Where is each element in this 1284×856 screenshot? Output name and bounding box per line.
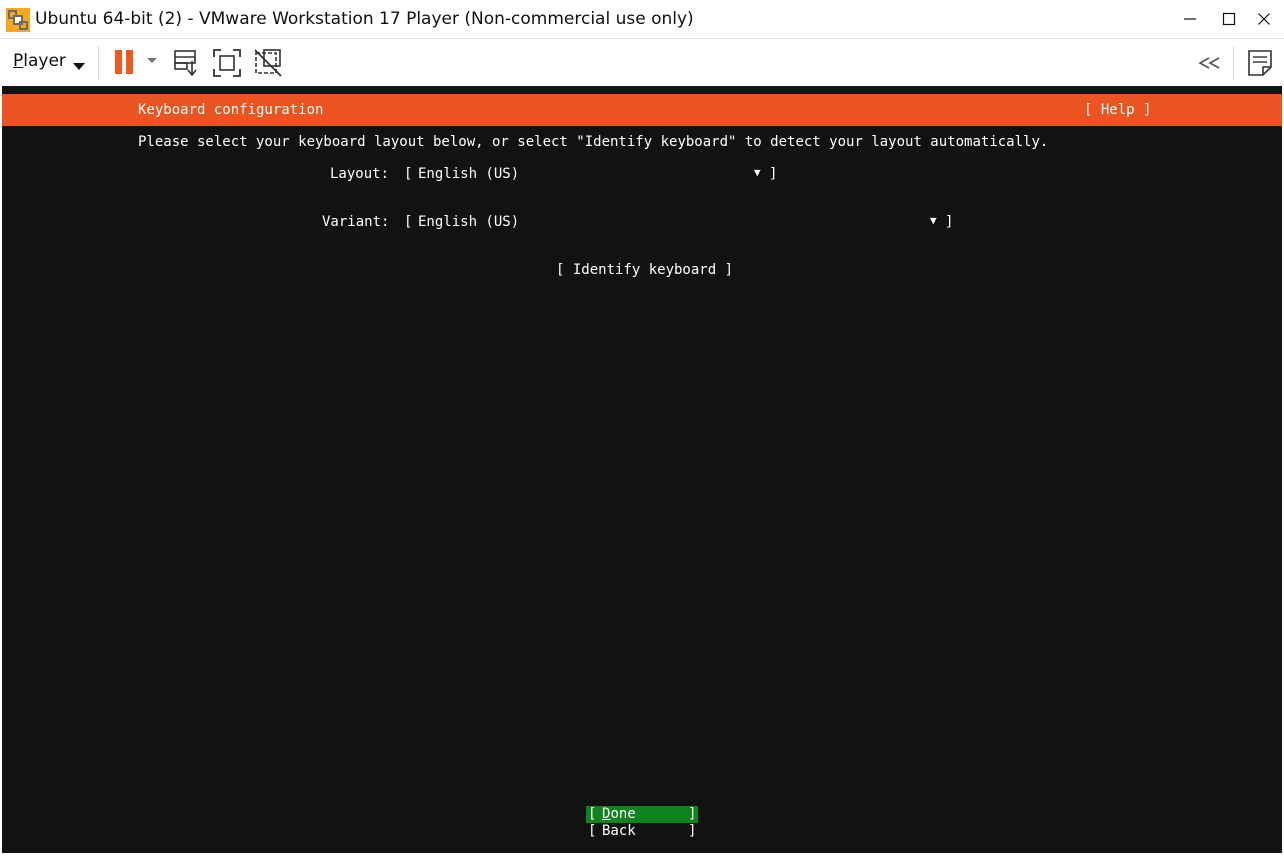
toolbar: Player <box>0 38 1284 87</box>
vmware-window: Ubuntu 64-bit (2) - VMware Workstation 1… <box>0 0 1284 856</box>
identify-keyboard-button[interactable]: [ Identify keyboard ] <box>556 262 733 278</box>
chevron-down-icon[interactable] <box>73 56 85 75</box>
close-button[interactable] <box>1248 6 1280 32</box>
installer-title: Keyboard configuration <box>138 102 324 118</box>
layout-label: Layout: <box>330 166 390 182</box>
unity-button[interactable] <box>252 47 284 79</box>
layout-value: English (US) <box>418 166 520 182</box>
help-button[interactable]: [ Help ] <box>1084 102 1151 118</box>
pause-icon <box>115 50 133 74</box>
layout-select[interactable]: [ English (US) ▼ ] <box>402 164 778 184</box>
vmware-icon <box>6 8 30 32</box>
collapse-library-button[interactable] <box>1194 47 1226 79</box>
vm-screen[interactable]: Keyboard configuration [ Help ] Please s… <box>2 86 1282 853</box>
pause-dropdown-button[interactable] <box>143 47 161 79</box>
chevron-down-icon <box>147 58 157 63</box>
player-menu-label: layer <box>23 51 66 71</box>
send-ctrl-alt-del-button[interactable] <box>170 47 202 79</box>
back-label: Back <box>602 823 636 839</box>
double-chevron-left-icon <box>1198 57 1220 69</box>
done-close-bracket: ] <box>688 806 697 822</box>
back-button[interactable]: [ Back ] <box>586 823 698 840</box>
toolbar-separator <box>98 46 99 80</box>
done-label: one <box>610 806 636 822</box>
toolbar-separator <box>1233 46 1234 80</box>
done-open-bracket: [ <box>588 806 597 822</box>
maximize-button[interactable] <box>1213 6 1245 32</box>
variant-select[interactable]: [ English (US) ▼ ] <box>402 212 954 232</box>
notes-icon <box>1248 50 1272 76</box>
done-button[interactable]: [ Done ] <box>586 806 698 823</box>
variant-open-bracket: [ <box>404 214 413 230</box>
chevron-down-icon: ▼ <box>930 214 937 227</box>
minimize-icon <box>1184 18 1196 20</box>
layout-open-bracket: [ <box>404 166 413 182</box>
window-title: Ubuntu 64-bit (2) - VMware Workstation 1… <box>35 9 694 29</box>
player-menu[interactable]: Player <box>13 51 66 71</box>
fullscreen-button[interactable] <box>211 47 243 79</box>
variant-label: Variant: <box>322 214 390 230</box>
notes-button[interactable] <box>1244 47 1276 79</box>
back-open-bracket: [ <box>588 823 597 839</box>
player-menu-mnemonic: P <box>13 51 24 71</box>
variant-value: English (US) <box>418 214 520 230</box>
installer-header: Keyboard configuration [ Help ] <box>2 94 1282 126</box>
back-close-bracket: ] <box>688 823 697 839</box>
close-icon <box>1258 13 1270 25</box>
fullscreen-icon <box>213 49 241 77</box>
title-bar[interactable]: Ubuntu 64-bit (2) - VMware Workstation 1… <box>0 0 1284 38</box>
minimize-button[interactable] <box>1174 6 1206 32</box>
unity-icon <box>254 49 282 77</box>
instructions-text: Please select your keyboard layout below… <box>138 134 1049 150</box>
send-ctrl-alt-del-icon <box>174 50 197 77</box>
maximize-icon <box>1222 12 1236 26</box>
pause-button[interactable] <box>110 47 142 79</box>
layout-close-bracket: ] <box>769 166 778 182</box>
variant-close-bracket: ] <box>945 214 954 230</box>
chevron-down-icon: ▼ <box>754 166 761 179</box>
